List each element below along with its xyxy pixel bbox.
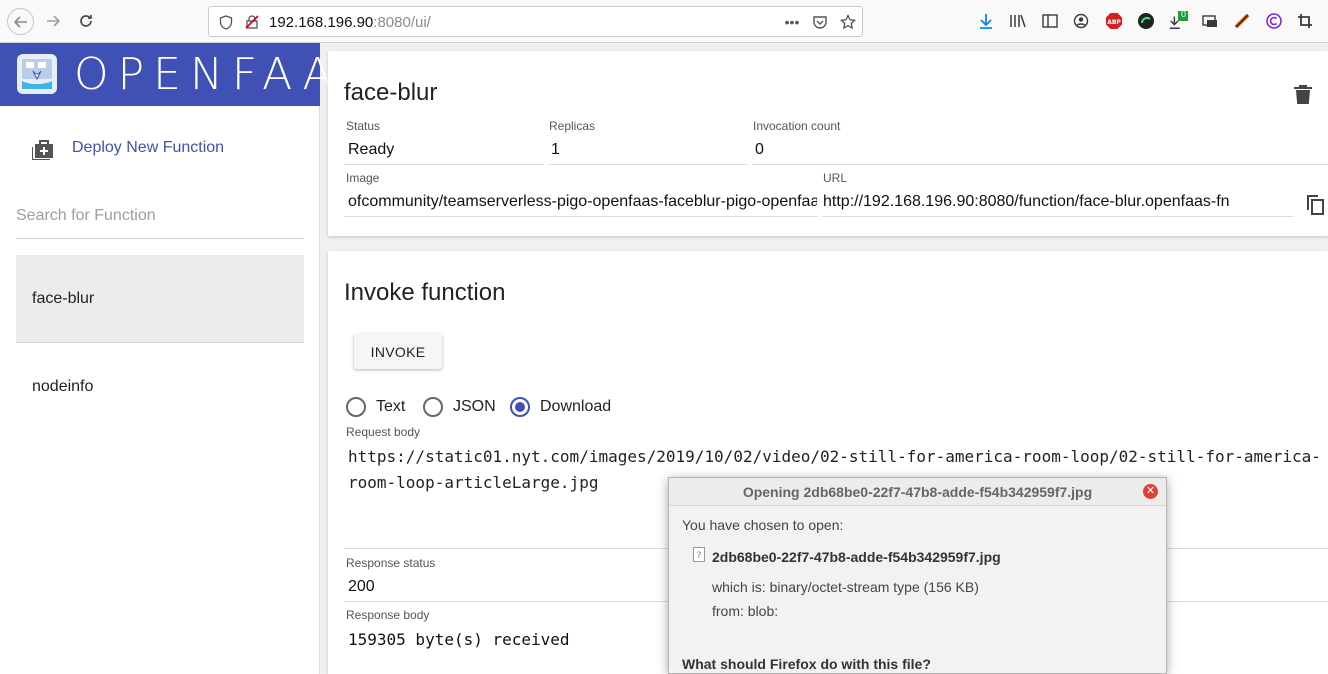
function-list-item-nodeinfo[interactable]: nodeinfo	[16, 343, 304, 431]
replicas-value: 1	[551, 141, 560, 158]
status-label: Status	[346, 119, 381, 133]
replicas-underline	[548, 164, 748, 165]
sidebar-toggle-icon[interactable]	[1040, 11, 1060, 31]
radio-circle[interactable]	[423, 397, 443, 417]
shield-icon[interactable]	[217, 13, 235, 31]
image-label: Image	[346, 171, 380, 185]
browser-toolbar: 192.168.196.90:8080/ui/ ••• ABP 0	[0, 0, 1328, 43]
replicas-label: Replicas	[549, 119, 596, 133]
radio-text[interactable]: Text	[346, 397, 405, 417]
pocket-icon[interactable]	[811, 13, 829, 31]
adblock-icon[interactable]: ABP	[1104, 11, 1124, 31]
openfaas-whale-icon	[17, 54, 57, 94]
dialog-intro: You have chosen to open:	[682, 517, 844, 533]
image-underline	[344, 216, 818, 217]
reload-button[interactable]	[73, 8, 99, 34]
reload-icon	[80, 15, 92, 27]
url-label: URL	[823, 171, 848, 185]
request-body-label: Request body	[346, 425, 421, 439]
copyright-icon[interactable]	[1264, 11, 1284, 31]
response-status-value: 200	[348, 578, 375, 595]
radio-text-label: Text	[376, 398, 406, 415]
arrow-left-icon	[13, 15, 27, 28]
downloads-badge: 0	[1181, 9, 1187, 19]
function-title: face-blur	[344, 79, 438, 106]
dialog-filename: 2db68be0-22f7-47b8-adde-f54b342959f7.jpg	[712, 549, 1001, 565]
function-list-item-face-blur[interactable]: face-blur	[16, 255, 304, 343]
openfaas-logo[interactable]: OPENFAAS	[0, 43, 370, 106]
radio-download[interactable]: Download	[510, 397, 611, 417]
radio-download-label: Download	[540, 398, 612, 415]
forward-button[interactable]	[40, 8, 66, 34]
account-icon[interactable]	[1071, 11, 1091, 31]
search-input[interactable]	[16, 203, 304, 225]
copy-icon[interactable]	[1305, 194, 1325, 216]
library-icon[interactable]	[1008, 11, 1028, 31]
invocation-underline	[752, 164, 1328, 165]
status-value: Ready	[348, 141, 395, 158]
function-details-card: face-blur Status Ready Replicas 1 Invoca…	[328, 51, 1328, 236]
radio-json-label: JSON	[453, 398, 496, 415]
star-icon[interactable]	[839, 13, 857, 31]
briefcase-add-icon	[32, 140, 53, 160]
link-extension-icon[interactable]	[1232, 11, 1252, 31]
invoke-button[interactable]: INVOKE	[354, 334, 442, 369]
svg-text:ABP: ABP	[1107, 19, 1121, 26]
deploy-label: Deploy New Function	[72, 139, 225, 156]
dialog-question: What should Firefox do with this file?	[682, 656, 931, 672]
radio-circle[interactable]	[346, 397, 366, 417]
response-body-value: 159305 byte(s) received	[348, 630, 570, 649]
sidebar: OPENFAAS Deploy New Function face-blur n…	[0, 43, 370, 674]
radio-json[interactable]: JSON	[423, 397, 496, 417]
container-icon[interactable]	[1200, 11, 1220, 31]
insecure-lock-icon[interactable]	[243, 13, 261, 31]
download-arrow-icon[interactable]	[976, 11, 996, 31]
file-unknown-icon: ?	[693, 547, 705, 562]
extension-circle-icon[interactable]	[1136, 11, 1156, 31]
crop-icon[interactable]	[1295, 11, 1315, 31]
downloads-counter-icon[interactable]: 0	[1168, 9, 1188, 31]
dialog-file-source: from: blob:	[712, 603, 779, 619]
close-icon[interactable]: ✕	[1143, 484, 1158, 499]
back-button[interactable]	[7, 8, 34, 35]
invoke-title: Invoke function	[344, 279, 506, 306]
image-value: ofcommunity/teamserverless-pigo-openfaas…	[348, 193, 817, 210]
url-bar[interactable]: 192.168.196.90:8080/ui/ •••	[208, 6, 863, 37]
invocation-count-label: Invocation count	[753, 119, 841, 133]
url-underline	[822, 216, 1293, 217]
url-value: http://192.168.196.90:8080/function/face…	[823, 193, 1230, 210]
svg-text:?: ?	[697, 551, 702, 561]
more-dots-icon[interactable]: •••	[783, 13, 801, 31]
function-name: face-blur	[32, 289, 95, 307]
dialog-title: Opening 2db68be0-22f7-47b8-adde-f54b3429…	[669, 478, 1166, 506]
url-text[interactable]: 192.168.196.90:8080/ui/	[269, 14, 431, 31]
invocation-count-value: 0	[755, 141, 764, 158]
function-search	[16, 203, 304, 239]
response-body-label: Response body	[346, 608, 430, 622]
status-underline	[344, 164, 544, 165]
function-name: nodeinfo	[32, 378, 94, 395]
dialog-file-type: which is: binary/octet-stream type (156 …	[712, 579, 979, 595]
response-status-label: Response status	[346, 556, 436, 570]
open-file-dialog: Opening 2db68be0-22f7-47b8-adde-f54b3429…	[668, 477, 1167, 674]
arrow-right-icon	[47, 15, 61, 27]
deploy-new-function-button[interactable]: Deploy New Function	[32, 136, 224, 162]
radio-circle-selected[interactable]	[510, 397, 530, 417]
trash-icon[interactable]	[1294, 85, 1312, 105]
